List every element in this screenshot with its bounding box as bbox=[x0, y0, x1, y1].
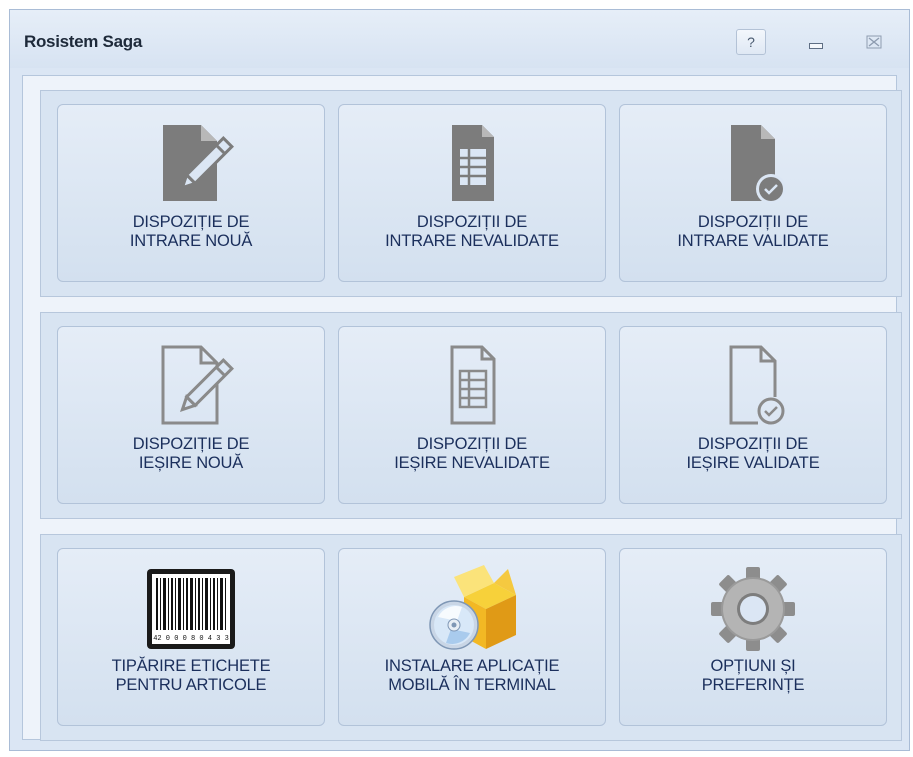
group-iesire: DISPOZIȚIE DE IEȘIRE NOUĂ DISPOZIȚII DE … bbox=[40, 312, 902, 519]
barcode-text: 42 0 0 0 8 0 4 3 3 bbox=[153, 635, 229, 643]
close-button[interactable] bbox=[861, 30, 887, 54]
tile-label: DISPOZIȚII DE INTRARE VALIDATE bbox=[677, 213, 829, 250]
tile-label: TIPĂRIRE ETICHETE PENTRU ARTICOLE bbox=[111, 657, 271, 694]
window-title: Rosistem Saga bbox=[24, 32, 142, 51]
barcode-icon: 42 0 0 0 8 0 4 3 3 bbox=[147, 569, 235, 649]
app-window: Rosistem Saga ? DISPOZIȚIE DE INTRARE NO… bbox=[9, 9, 910, 751]
help-button[interactable]: ? bbox=[736, 29, 766, 55]
tile-dispozitii-intrare-nevalidate[interactable]: DISPOZIȚII DE INTRARE NEVALIDATE bbox=[338, 104, 606, 282]
tile-label: INSTALARE APLICAȚIE MOBILĂ ÎN TERMINAL bbox=[384, 657, 560, 694]
tile-label: DISPOZIȚII DE IEȘIRE NEVALIDATE bbox=[394, 435, 550, 472]
minimize-icon bbox=[809, 43, 823, 49]
spreadsheet-document-outline-icon bbox=[450, 345, 496, 425]
tile-dispozitii-iesire-validate[interactable]: DISPOZIȚII DE IEȘIRE VALIDATE bbox=[619, 326, 887, 504]
spreadsheet-document-icon bbox=[452, 125, 494, 201]
tile-dispozitii-iesire-nevalidate[interactable]: DISPOZIȚII DE IEȘIRE NEVALIDATE bbox=[338, 326, 606, 504]
edit-document-icon bbox=[163, 125, 234, 201]
tile-label: DISPOZIȚIE DE IEȘIRE NOUĂ bbox=[132, 435, 250, 472]
tile-instalare-aplicatie[interactable]: INSTALARE APLICAȚIE MOBILĂ ÎN TERMINAL bbox=[338, 548, 606, 726]
tile-label: DISPOZIȚII DE IEȘIRE VALIDATE bbox=[686, 435, 820, 472]
tile-label: DISPOZIȚII DE INTRARE NEVALIDATE bbox=[385, 213, 559, 250]
validated-document-outline-icon bbox=[729, 345, 785, 425]
group-intrare: DISPOZIȚIE DE INTRARE NOUĂ DISPOZIȚII DE… bbox=[40, 90, 902, 297]
validated-document-icon bbox=[731, 125, 786, 204]
minimize-button[interactable] bbox=[805, 34, 827, 52]
close-icon bbox=[866, 35, 882, 49]
tile-label: OPȚIUNI ȘI PREFERINȚE bbox=[701, 657, 805, 694]
title-bar: Rosistem Saga ? bbox=[10, 10, 909, 68]
edit-document-outline-icon bbox=[161, 345, 234, 425]
tile-label: DISPOZIȚIE DE INTRARE NOUĂ bbox=[129, 213, 253, 250]
tile-tiparire-etichete[interactable]: 42 0 0 0 8 0 4 3 3 TIPĂRIRE ETICHETE PEN… bbox=[57, 548, 325, 726]
install-package-icon bbox=[429, 565, 516, 650]
group-utilitare: 42 0 0 0 8 0 4 3 3 TIPĂRIRE ETICHETE PEN… bbox=[40, 534, 902, 741]
main-panel: DISPOZIȚIE DE INTRARE NOUĂ DISPOZIȚII DE… bbox=[22, 75, 902, 741]
tile-dispozitie-intrare-noua[interactable]: DISPOZIȚIE DE INTRARE NOUĂ bbox=[57, 104, 325, 282]
tile-dispozitii-intrare-validate[interactable]: DISPOZIȚII DE INTRARE VALIDATE bbox=[619, 104, 887, 282]
tile-optiuni-preferinte[interactable]: OPȚIUNI ȘI PREFERINȚE bbox=[619, 548, 887, 726]
gear-icon bbox=[711, 567, 795, 651]
tile-dispozitie-iesire-noua[interactable]: DISPOZIȚIE DE IEȘIRE NOUĂ bbox=[57, 326, 325, 504]
